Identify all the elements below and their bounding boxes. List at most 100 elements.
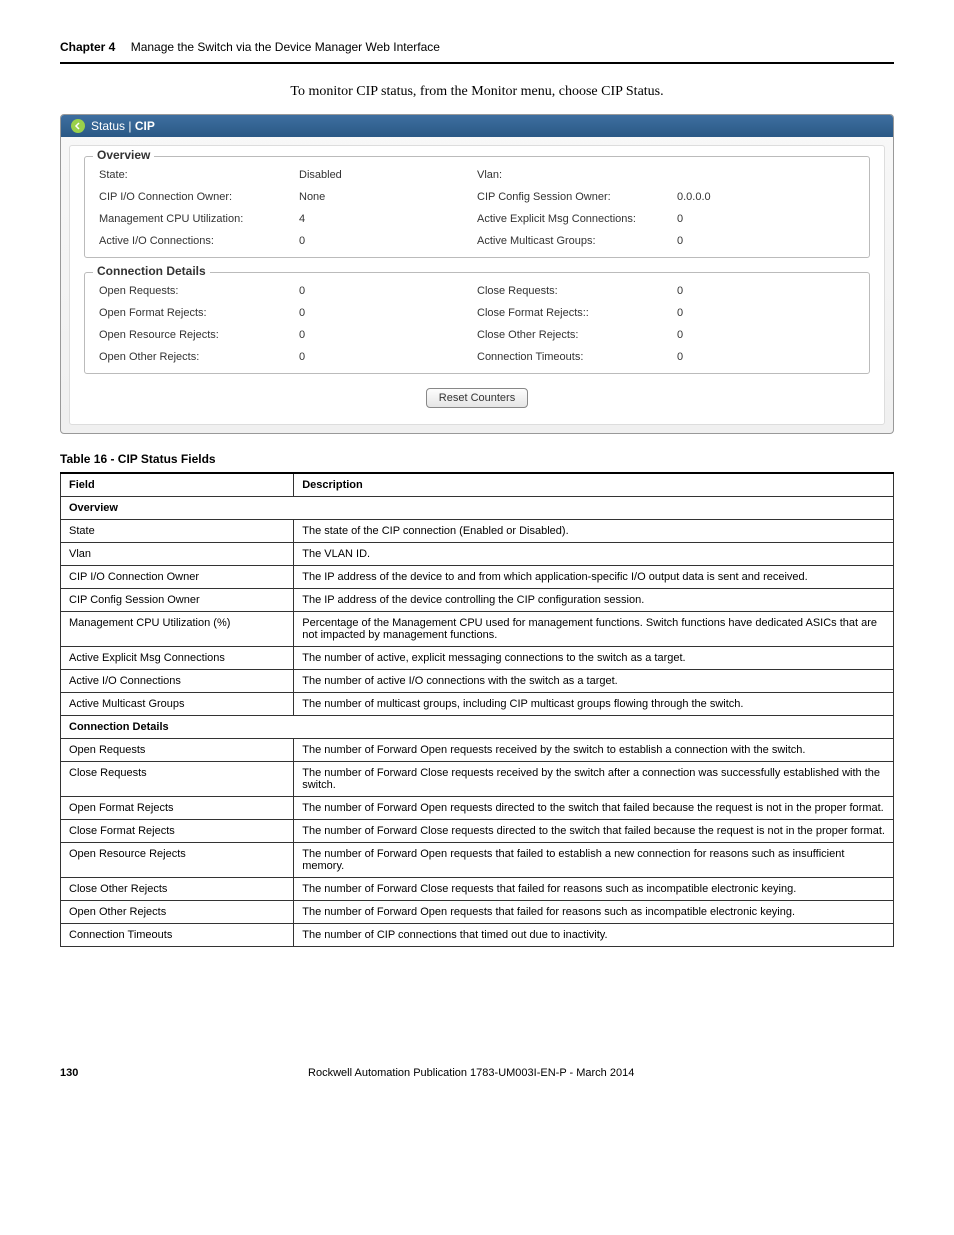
table-row: Active Multicast GroupsThe number of mul… xyxy=(61,693,894,716)
table-row: StateThe state of the CIP connection (En… xyxy=(61,520,894,543)
description-cell: The IP address of the device controlling… xyxy=(294,589,894,612)
close-req-value: 0 xyxy=(677,285,683,297)
page-header: Chapter 4 Manage the Switch via the Devi… xyxy=(60,40,894,64)
description-cell: The number of CIP connections that timed… xyxy=(294,924,894,947)
table-row: VlanThe VLAN ID. xyxy=(61,543,894,566)
state-value: Disabled xyxy=(299,169,342,181)
page-number: 130 xyxy=(60,1067,78,1079)
cpu-util-value: 4 xyxy=(299,213,305,225)
open-res-label: Open Resource Rejects: xyxy=(99,329,299,341)
table-row: Close RequestsThe number of Forward Clos… xyxy=(61,762,894,797)
active-explicit-label: Active Explicit Msg Connections: xyxy=(477,213,677,225)
cip-status-panel: Status | CIP Overview State:Disabled Vla… xyxy=(60,114,894,434)
close-fmt-value: 0 xyxy=(677,307,683,319)
open-fmt-label: Open Format Rejects: xyxy=(99,307,299,319)
cip-cfg-owner-label: CIP Config Session Owner: xyxy=(477,191,677,203)
table-row: CIP Config Session OwnerThe IP address o… xyxy=(61,589,894,612)
table-section-row: Connection Details xyxy=(61,716,894,739)
cip-io-owner-label: CIP I/O Connection Owner: xyxy=(99,191,299,203)
panel-body: Overview State:Disabled Vlan: CIP I/O Co… xyxy=(69,145,885,425)
field-cell: CIP I/O Connection Owner xyxy=(61,566,294,589)
field-cell: Active Explicit Msg Connections xyxy=(61,647,294,670)
field-cell: Open Other Rejects xyxy=(61,901,294,924)
field-cell: Close Requests xyxy=(61,762,294,797)
table-row: Active I/O ConnectionsThe number of acti… xyxy=(61,670,894,693)
field-cell: Close Other Rejects xyxy=(61,878,294,901)
open-other-label: Open Other Rejects: xyxy=(99,351,299,363)
description-cell: The IP address of the device to and from… xyxy=(294,566,894,589)
field-cell: Open Resource Rejects xyxy=(61,843,294,878)
open-res-value: 0 xyxy=(299,329,305,341)
table-row: Active Explicit Msg ConnectionsThe numbe… xyxy=(61,647,894,670)
table-row: Connection TimeoutsThe number of CIP con… xyxy=(61,924,894,947)
close-req-label: Close Requests: xyxy=(477,285,677,297)
field-cell: Connection Timeouts xyxy=(61,924,294,947)
table-row: Open Other RejectsThe number of Forward … xyxy=(61,901,894,924)
breadcrumb-cip: CIP xyxy=(135,119,155,133)
table-row: Open RequestsThe number of Forward Open … xyxy=(61,739,894,762)
details-legend: Connection Details xyxy=(93,264,210,278)
table-section-row: Overview xyxy=(61,497,894,520)
reset-counters-button[interactable]: Reset Counters xyxy=(426,388,528,408)
open-fmt-value: 0 xyxy=(299,307,305,319)
table-row: Management CPU Utilization (%)Percentage… xyxy=(61,612,894,647)
active-io-value: 0 xyxy=(299,235,305,247)
description-cell: The VLAN ID. xyxy=(294,543,894,566)
open-req-value: 0 xyxy=(299,285,305,297)
chapter-title: Manage the Switch via the Device Manager… xyxy=(131,40,440,54)
back-icon[interactable] xyxy=(71,119,85,133)
description-cell: The number of Forward Close requests rec… xyxy=(294,762,894,797)
chapter-label: Chapter 4 xyxy=(60,40,115,54)
description-cell: The number of active I/O connections wit… xyxy=(294,670,894,693)
cip-io-owner-value: None xyxy=(299,191,325,203)
description-cell: The number of Forward Open requests that… xyxy=(294,843,894,878)
table-row: Close Other RejectsThe number of Forward… xyxy=(61,878,894,901)
description-cell: The state of the CIP connection (Enabled… xyxy=(294,520,894,543)
active-io-label: Active I/O Connections: xyxy=(99,235,299,247)
overview-fieldset: Overview State:Disabled Vlan: CIP I/O Co… xyxy=(84,156,870,258)
field-cell: Active I/O Connections xyxy=(61,670,294,693)
open-req-label: Open Requests: xyxy=(99,285,299,297)
cip-cfg-owner-value: 0.0.0.0 xyxy=(677,191,711,203)
description-cell: Percentage of the Management CPU used fo… xyxy=(294,612,894,647)
active-multicast-label: Active Multicast Groups: xyxy=(477,235,677,247)
cip-status-fields-table: Field Description OverviewStateThe state… xyxy=(60,472,894,947)
details-fieldset: Connection Details Open Requests:0 Close… xyxy=(84,272,870,374)
description-cell: The number of Forward Open requests dire… xyxy=(294,797,894,820)
description-cell: The number of multicast groups, includin… xyxy=(294,693,894,716)
overview-legend: Overview xyxy=(93,148,154,162)
breadcrumb-separator: | xyxy=(125,119,135,133)
table-row: Open Format RejectsThe number of Forward… xyxy=(61,797,894,820)
state-label: State: xyxy=(99,169,299,181)
table-row: CIP I/O Connection OwnerThe IP address o… xyxy=(61,566,894,589)
close-other-label: Close Other Rejects: xyxy=(477,329,677,341)
description-cell: The number of Forward Close requests tha… xyxy=(294,878,894,901)
col-field: Field xyxy=(61,473,294,497)
conn-timeout-label: Connection Timeouts: xyxy=(477,351,677,363)
conn-timeout-value: 0 xyxy=(677,351,683,363)
field-cell: Open Requests xyxy=(61,739,294,762)
field-cell: State xyxy=(61,520,294,543)
open-other-value: 0 xyxy=(299,351,305,363)
publication-info: Rockwell Automation Publication 1783-UM0… xyxy=(308,1067,634,1079)
col-description: Description xyxy=(294,473,894,497)
close-fmt-label: Close Format Rejects:: xyxy=(477,307,677,319)
field-cell: Management CPU Utilization (%) xyxy=(61,612,294,647)
description-cell: The number of active, explicit messaging… xyxy=(294,647,894,670)
breadcrumb-status[interactable]: Status xyxy=(91,119,125,133)
active-multicast-value: 0 xyxy=(677,235,683,247)
table-row: Close Format RejectsThe number of Forwar… xyxy=(61,820,894,843)
description-cell: The number of Forward Open requests that… xyxy=(294,901,894,924)
field-cell: Active Multicast Groups xyxy=(61,693,294,716)
field-cell: Open Format Rejects xyxy=(61,797,294,820)
table-title: Table 16 - CIP Status Fields xyxy=(60,452,894,466)
cpu-util-label: Management CPU Utilization: xyxy=(99,213,299,225)
close-other-value: 0 xyxy=(677,329,683,341)
field-cell: Close Format Rejects xyxy=(61,820,294,843)
table-row: Open Resource RejectsThe number of Forwa… xyxy=(61,843,894,878)
panel-header: Status | CIP xyxy=(61,115,893,137)
intro-text: To monitor CIP status, from the Monitor … xyxy=(60,84,894,100)
field-cell: Vlan xyxy=(61,543,294,566)
active-explicit-value: 0 xyxy=(677,213,683,225)
description-cell: The number of Forward Close requests dir… xyxy=(294,820,894,843)
